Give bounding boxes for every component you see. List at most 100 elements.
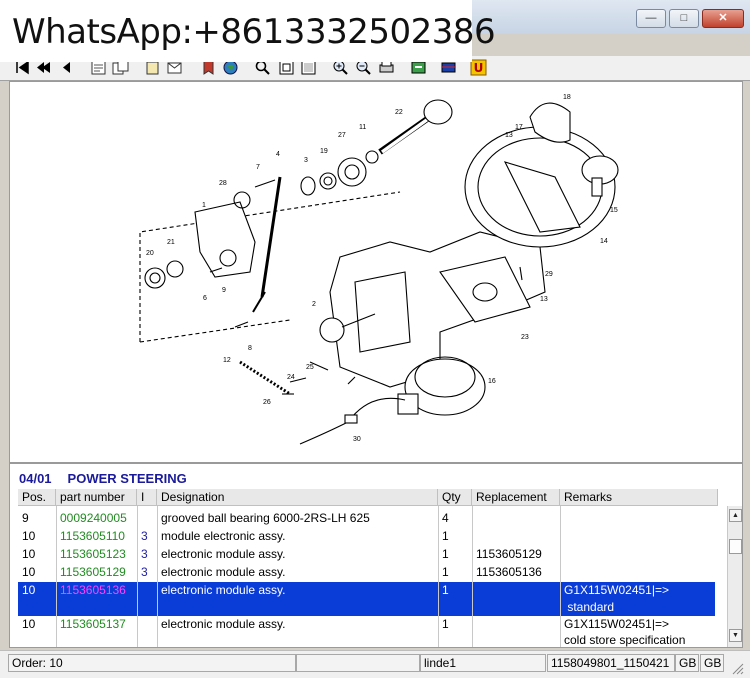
watermark-banner: WhatsApp:+8613332502386 <box>0 0 496 62</box>
cell-qty: 1 <box>442 617 449 631</box>
cell-remarks-line2: standard <box>564 600 615 614</box>
status-bar: Order: 10 linde1 1158049801_1150421 GB G… <box>0 650 750 678</box>
cell-part-number[interactable]: 1153605136 <box>56 582 137 599</box>
callout-9: 9 <box>222 287 226 294</box>
callout-28: 28 <box>219 180 227 187</box>
callout-7: 7 <box>256 164 260 171</box>
callout-4: 4 <box>276 151 280 158</box>
column-header-pos[interactable]: Pos. <box>18 489 56 506</box>
section-code: 04/01 <box>19 471 52 486</box>
cell-part-number[interactable]: 0009240005 <box>56 510 137 527</box>
minimize-button[interactable]: — <box>636 9 666 28</box>
minimize-icon: — <box>645 12 657 24</box>
column-header-part-number[interactable]: part number <box>56 489 137 506</box>
cell-part-number[interactable]: 1153605110 <box>56 528 137 545</box>
cell-i: 3 <box>141 529 148 543</box>
cell-replacement: 1153605129 <box>476 547 542 561</box>
status-empty <box>296 654 420 672</box>
cell-designation: module electronic assy. <box>161 529 286 543</box>
callout-18: 18 <box>563 94 571 101</box>
cell-part-number[interactable]: 1153605129 <box>56 564 137 581</box>
grid-line <box>157 506 158 647</box>
cell-i: 3 <box>141 565 148 579</box>
status-user: linde1 <box>420 654 546 672</box>
cell-pos: 10 <box>22 547 36 561</box>
column-header-replacement[interactable]: Replacement <box>472 489 560 506</box>
table-row[interactable]: 10 1153605110 3 module electronic assy. … <box>18 528 715 546</box>
scroll-up-button[interactable]: ▲ <box>729 509 742 522</box>
callout-25: 25 <box>306 364 314 371</box>
callout-13a: 13 <box>505 132 513 139</box>
window-controls: — □ ✕ <box>636 9 744 28</box>
table-row[interactable]: 10 1153605129 3 electronic module assy. … <box>18 564 715 582</box>
maximize-icon: □ <box>680 12 688 24</box>
callout-23: 23 <box>521 334 529 341</box>
cell-part-number[interactable]: 1153605137 <box>56 616 137 633</box>
arrow-down-icon: ▼ <box>732 632 739 639</box>
cell-remarks-line2: cold store specification <box>564 633 686 647</box>
status-document: 1158049801_1150421 <box>547 654 675 672</box>
callout-13b: 13 <box>540 296 548 303</box>
update-icon[interactable]: U <box>470 59 487 76</box>
cell-pos: 10 <box>22 565 36 579</box>
section-title: POWER STEERING <box>67 471 187 486</box>
grid-line <box>472 506 473 647</box>
cell-pos: 10 <box>22 617 36 631</box>
callout-22: 22 <box>395 109 403 116</box>
column-header-qty[interactable]: Qty <box>438 489 472 506</box>
close-button[interactable]: ✕ <box>702 9 744 28</box>
parts-drawing: 1 2 3 4 6 7 8 9 11 12 13 13 14 15 16 17 … <box>9 81 743 463</box>
arrow-up-icon: ▲ <box>732 512 739 519</box>
callout-24: 24 <box>287 374 295 381</box>
parts-list: 04/01 POWER STEERING Pos. part number I D… <box>9 463 743 648</box>
column-header-designation[interactable]: Designation <box>157 489 438 506</box>
column-header-remarks[interactable]: Remarks <box>560 489 718 506</box>
callout-12: 12 <box>223 357 231 364</box>
cell-designation: grooved ball bearing 6000-2RS-LH 625 <box>161 511 370 525</box>
cell-designation: electronic module assy. <box>161 617 286 631</box>
callout-21: 21 <box>167 239 175 246</box>
callout-16: 16 <box>488 378 496 385</box>
status-order: Order: 10 <box>8 654 296 672</box>
callout-30: 30 <box>353 436 361 443</box>
table-row[interactable]: 10 1153605137 electronic module assy. 1 … <box>18 616 715 647</box>
cell-designation: electronic module assy. <box>161 565 286 579</box>
cell-qty: 1 <box>442 529 449 543</box>
grid-line <box>560 506 561 647</box>
grid-line <box>137 506 138 647</box>
cell-pos: 10 <box>22 583 36 597</box>
table-row-selected[interactable]: 10 1153605136 electronic module assy. 1 … <box>18 582 715 616</box>
callout-15: 15 <box>610 207 618 214</box>
callout-2: 2 <box>312 301 316 308</box>
close-icon: ✕ <box>718 12 728 24</box>
callout-8: 8 <box>248 345 252 352</box>
maximize-button[interactable]: □ <box>669 9 699 28</box>
scroll-down-button[interactable]: ▼ <box>729 629 742 642</box>
callout-6: 6 <box>203 295 207 302</box>
grid-line <box>56 506 57 647</box>
callout-19: 19 <box>320 148 328 155</box>
cell-qty: 1 <box>442 583 449 597</box>
vertical-scrollbar[interactable]: ▲ ▼ <box>727 506 742 647</box>
callout-3: 3 <box>304 157 308 164</box>
cell-qty: 1 <box>442 547 449 561</box>
cell-designation: electronic module assy. <box>161 547 286 561</box>
watermark-text: WhatsApp:+8613332502386 <box>12 12 496 52</box>
table-row[interactable]: 10 1153605123 3 electronic module assy. … <box>18 546 715 564</box>
callout-27: 27 <box>338 132 346 139</box>
cell-part-number[interactable]: 1153605123 <box>56 546 137 563</box>
cell-pos: 9 <box>22 511 29 525</box>
callout-1: 1 <box>202 202 206 209</box>
exploded-view-diagram[interactable]: 1 2 3 4 6 7 8 9 11 12 13 13 14 15 16 17 … <box>10 82 742 462</box>
callout-29: 29 <box>545 271 553 278</box>
column-header-i[interactable]: I <box>137 489 157 506</box>
table-row[interactable]: 9 0009240005 grooved ball bearing 6000-2… <box>18 510 715 528</box>
scroll-thumb[interactable] <box>729 539 742 554</box>
resize-grip-icon[interactable] <box>730 661 744 675</box>
cell-qty: 1 <box>442 565 449 579</box>
status-language-1: GB <box>675 654 699 672</box>
section-header: 04/01 POWER STEERING <box>19 471 187 486</box>
callout-20: 20 <box>146 250 154 257</box>
cell-pos: 10 <box>22 529 36 543</box>
grid-line <box>438 506 439 647</box>
